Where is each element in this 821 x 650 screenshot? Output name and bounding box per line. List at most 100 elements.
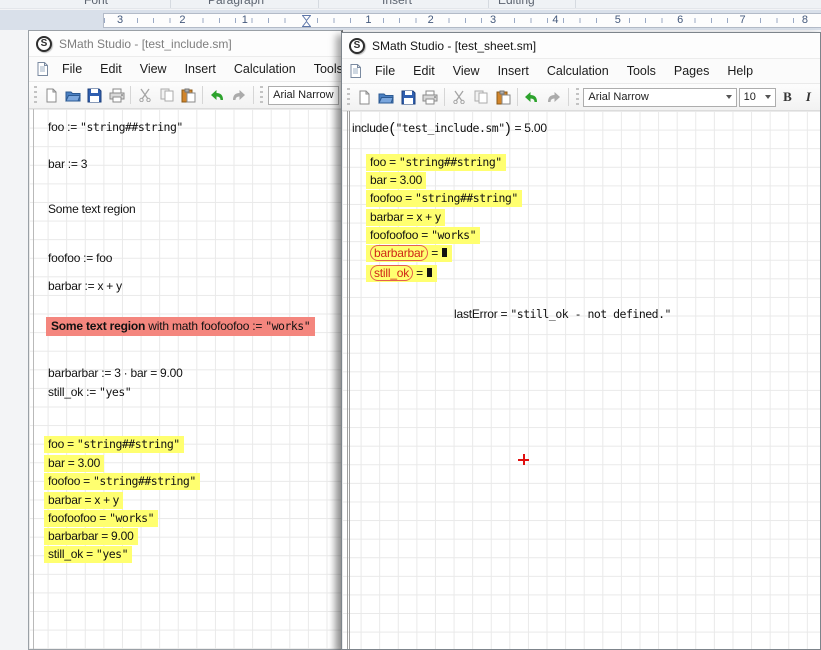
menu-edit[interactable]: Edit [404, 61, 444, 81]
math-region-foofoofoo-result[interactable]: foofoofoo="works" [366, 227, 480, 244]
worksheet-canvas[interactable]: include("test_include.sm")=5.00 foo="str… [342, 111, 820, 649]
menubar: File Edit View Insert Calculation Tools [29, 57, 341, 82]
ruler-number: 2 [425, 14, 437, 27]
math-region-lasterror[interactable]: lastError="still_ok - not defined." [454, 307, 671, 322]
page-edge-shading [329, 109, 341, 649]
page-margin-line [347, 111, 350, 649]
titlebar[interactable]: S SMath Studio - [test_sheet.sm] [342, 33, 820, 59]
text-region-with-math[interactable]: Some text region with math foofoofoo:="w… [46, 317, 315, 336]
redo-button[interactable] [229, 85, 249, 106]
ribbon-group-editing: Editing [498, 0, 535, 7]
math-region-foofoo-def[interactable]: foofoo:=foo [48, 251, 112, 266]
toolbar-grip[interactable] [346, 88, 351, 106]
ruler-band[interactable]: 3 2 1 1 2 3 4 5 6 7 8 [103, 13, 821, 28]
worksheet-canvas[interactable]: foo:="string##string" bar:=3 Some text r… [29, 109, 341, 649]
ruler-number: 5 [612, 14, 624, 27]
menu-help[interactable]: Help [718, 61, 762, 81]
text-region[interactable]: Some text region [48, 202, 136, 217]
titlebar[interactable]: S SMath Studio - [test_include.sm] [29, 31, 341, 57]
undo-button[interactable] [207, 85, 227, 106]
toolbar-grip[interactable] [575, 88, 580, 106]
ribbon-separator [488, 0, 489, 9]
save-button[interactable] [85, 85, 105, 106]
open-file-button[interactable] [376, 87, 396, 108]
math-region-barbarbar-result[interactable]: barbarbar=9.00 [44, 528, 138, 545]
chevron-down-icon [726, 95, 732, 99]
new-file-button[interactable] [41, 85, 61, 106]
paste-button[interactable] [493, 87, 513, 108]
math-region-foo-def[interactable]: foo:="string##string" [48, 120, 183, 135]
cut-button[interactable] [449, 87, 469, 108]
math-region-stillok-def[interactable]: still_ok:="yes" [48, 385, 131, 400]
word-ribbon-strip: Font Paragraph Insert Editing [0, 0, 821, 9]
math-region-bar-def[interactable]: bar:=3 [48, 157, 87, 172]
font-name-combo[interactable]: Arial Narrow [583, 88, 736, 107]
menu-insert[interactable]: Insert [176, 59, 225, 79]
ribbon-separator [318, 0, 319, 9]
math-region-stillok-error[interactable]: still_ok= [366, 265, 437, 282]
smath-logo-icon: S [36, 36, 52, 52]
menu-pages[interactable]: Pages [665, 61, 718, 81]
math-region-foo-result[interactable]: foo="string##string" [44, 436, 184, 453]
font-name-value: Arial Narrow [588, 91, 649, 103]
toolbar-grip[interactable] [33, 86, 37, 104]
italic-button[interactable]: I [799, 87, 818, 107]
copy-button[interactable] [157, 85, 177, 106]
ruler-number: 6 [674, 14, 686, 27]
window-title: SMath Studio - [test_sheet.sm] [372, 39, 536, 53]
document-icon[interactable] [36, 62, 49, 76]
menu-calculation[interactable]: Calculation [225, 59, 305, 79]
math-region-foofoo-result[interactable]: foofoo="string##string" [366, 190, 522, 207]
window-title: SMath Studio - [test_include.sm] [59, 37, 232, 51]
toolbar: Arial Narrow 10 B I [342, 84, 820, 111]
menu-view[interactable]: View [444, 61, 489, 81]
font-name-combo[interactable]: Arial Narrow [268, 86, 339, 105]
math-region-include[interactable]: include("test_include.sm")=5.00 [352, 121, 547, 136]
redo-button[interactable] [544, 87, 564, 108]
cut-button[interactable] [135, 85, 155, 106]
ribbon-group-paragraph: Paragraph [208, 0, 264, 7]
menu-file[interactable]: File [53, 59, 91, 79]
new-file-button[interactable] [355, 87, 375, 108]
print-button[interactable] [107, 85, 127, 106]
bold-button[interactable]: B [778, 87, 797, 107]
ruler-number: 1 [239, 14, 251, 27]
ruler-number: 1 [362, 14, 374, 27]
math-region-stillok-result[interactable]: still_ok="yes" [44, 546, 132, 563]
math-region-barbarbar-def[interactable]: barbarbar:=3·bar=9.00 [48, 366, 183, 381]
menu-edit[interactable]: Edit [91, 59, 131, 79]
font-size-combo[interactable]: 10 [739, 88, 776, 107]
math-region-barbar-result[interactable]: barbar=x+y [366, 209, 445, 226]
document-icon[interactable] [349, 64, 362, 78]
open-file-button[interactable] [63, 85, 83, 106]
copy-button[interactable] [471, 87, 491, 108]
paste-button[interactable] [179, 85, 199, 106]
math-region-barbar-def[interactable]: barbar:=x+y [48, 279, 122, 294]
math-region-foofoofoo-result[interactable]: foofoofoo="works" [44, 510, 158, 527]
toolbar-separator [517, 88, 518, 106]
math-region-bar-result[interactable]: bar=3.00 [44, 455, 104, 472]
print-button[interactable] [420, 87, 440, 108]
toolbar-grip[interactable] [260, 86, 264, 104]
menu-calculation[interactable]: Calculation [538, 61, 618, 81]
ribbon-separator [170, 0, 171, 9]
ribbon-separator [575, 0, 576, 9]
math-region-foofoo-result[interactable]: foofoo="string##string" [44, 473, 200, 490]
window-test-sheet: S SMath Studio - [test_sheet.sm] File Ed… [341, 32, 821, 650]
math-region-barbarbar-error[interactable]: barbarbar= [366, 245, 452, 262]
ruler-indent-marker-icon[interactable] [301, 15, 312, 27]
math-region-barbar-result[interactable]: barbar=x+y [44, 492, 123, 509]
ruler-number: 4 [549, 14, 561, 27]
toolbar-separator [202, 86, 203, 104]
math-region-foo-result[interactable]: foo="string##string" [366, 154, 506, 171]
word-ruler: 3 2 1 1 2 3 4 5 6 7 8 [0, 10, 821, 30]
toolbar: Arial Narrow [29, 82, 341, 109]
menu-file[interactable]: File [366, 61, 404, 81]
menu-insert[interactable]: Insert [489, 61, 538, 81]
menu-view[interactable]: View [131, 59, 176, 79]
save-button[interactable] [398, 87, 418, 108]
ribbon-group-font: Font [84, 0, 108, 7]
math-region-bar-result[interactable]: bar=3.00 [366, 172, 426, 189]
menu-tools[interactable]: Tools [618, 61, 665, 81]
undo-button[interactable] [522, 87, 542, 108]
